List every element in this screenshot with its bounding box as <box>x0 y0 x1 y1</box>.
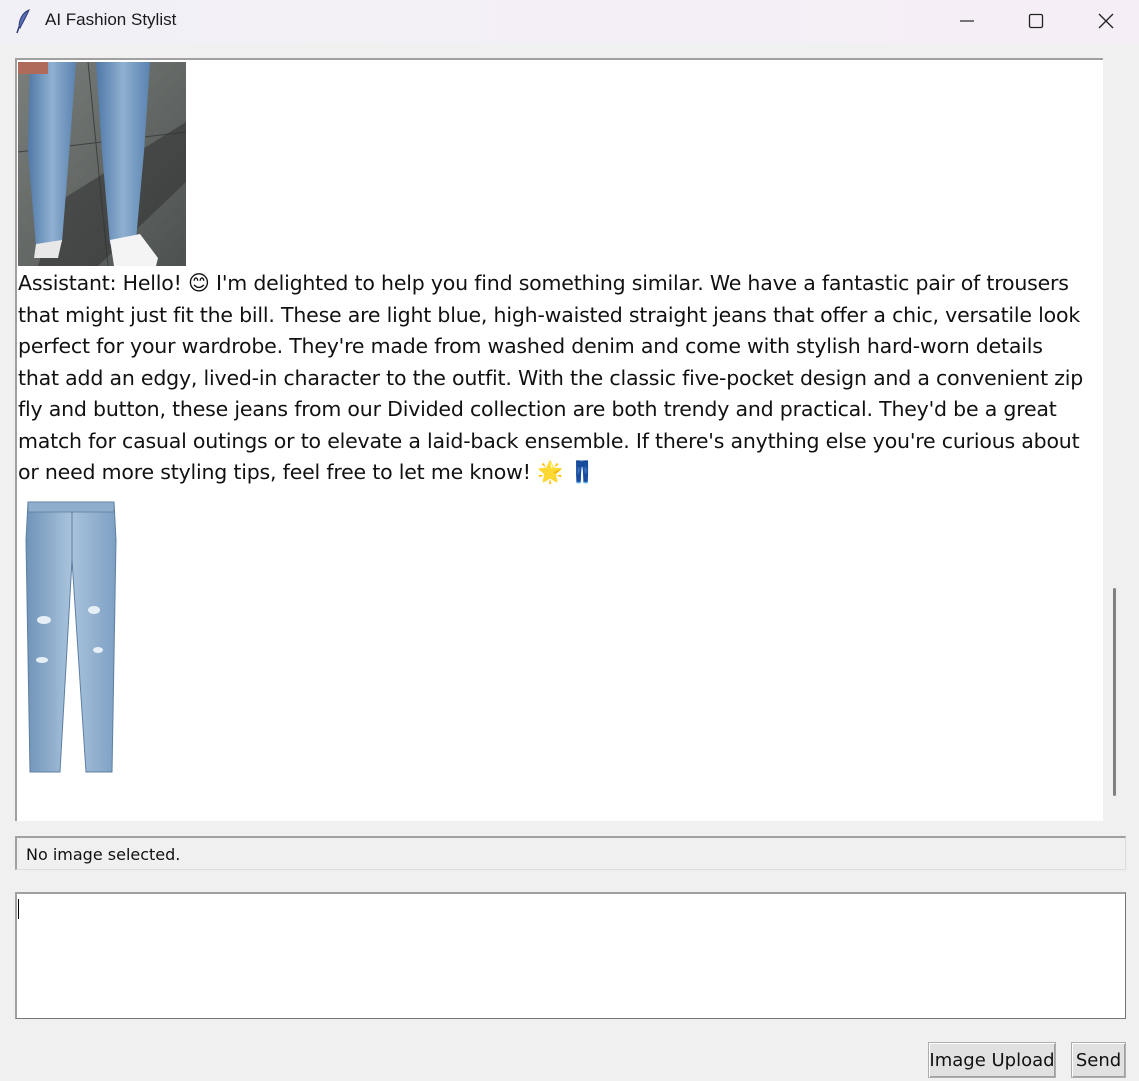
window-title: AI Fashion Stylist <box>45 10 177 29</box>
close-button[interactable] <box>1071 0 1139 42</box>
message-text-intro: Hello! <box>122 271 182 295</box>
message-input[interactable] <box>15 892 1126 1019</box>
chat-transcript[interactable]: Assistant: Hello! 😊 I'm delighted to hel… <box>15 58 1103 821</box>
user-uploaded-photo <box>17 61 187 267</box>
message-text-body: I'm delighted to help you find something… <box>18 271 1084 484</box>
minimize-button[interactable] <box>932 0 1002 42</box>
maximize-icon <box>1028 13 1044 29</box>
image-status-text: No image selected. <box>26 845 181 864</box>
minimize-icon <box>960 20 974 22</box>
chat-scrollbar[interactable] <box>1113 588 1116 796</box>
assistant-message: Assistant: Hello! 😊 I'm delighted to hel… <box>18 268 1088 489</box>
smile-emoji-icon: 😊 <box>187 271 210 295</box>
text-caret <box>18 899 19 919</box>
image-status-bar: No image selected. <box>15 836 1126 870</box>
feather-icon <box>14 8 34 34</box>
close-icon <box>1098 13 1114 29</box>
product-jeans-photo <box>22 500 120 776</box>
title-bar: AI Fashion Stylist <box>0 0 1139 42</box>
star-emoji-icon: 🌟 <box>537 460 563 484</box>
message-speaker: Assistant: <box>18 271 117 295</box>
image-upload-button[interactable]: Image Upload <box>928 1042 1056 1078</box>
send-button[interactable]: Send <box>1071 1042 1126 1078</box>
maximize-button[interactable] <box>1001 0 1071 42</box>
jeans-emoji-icon: 👖 <box>569 460 596 484</box>
